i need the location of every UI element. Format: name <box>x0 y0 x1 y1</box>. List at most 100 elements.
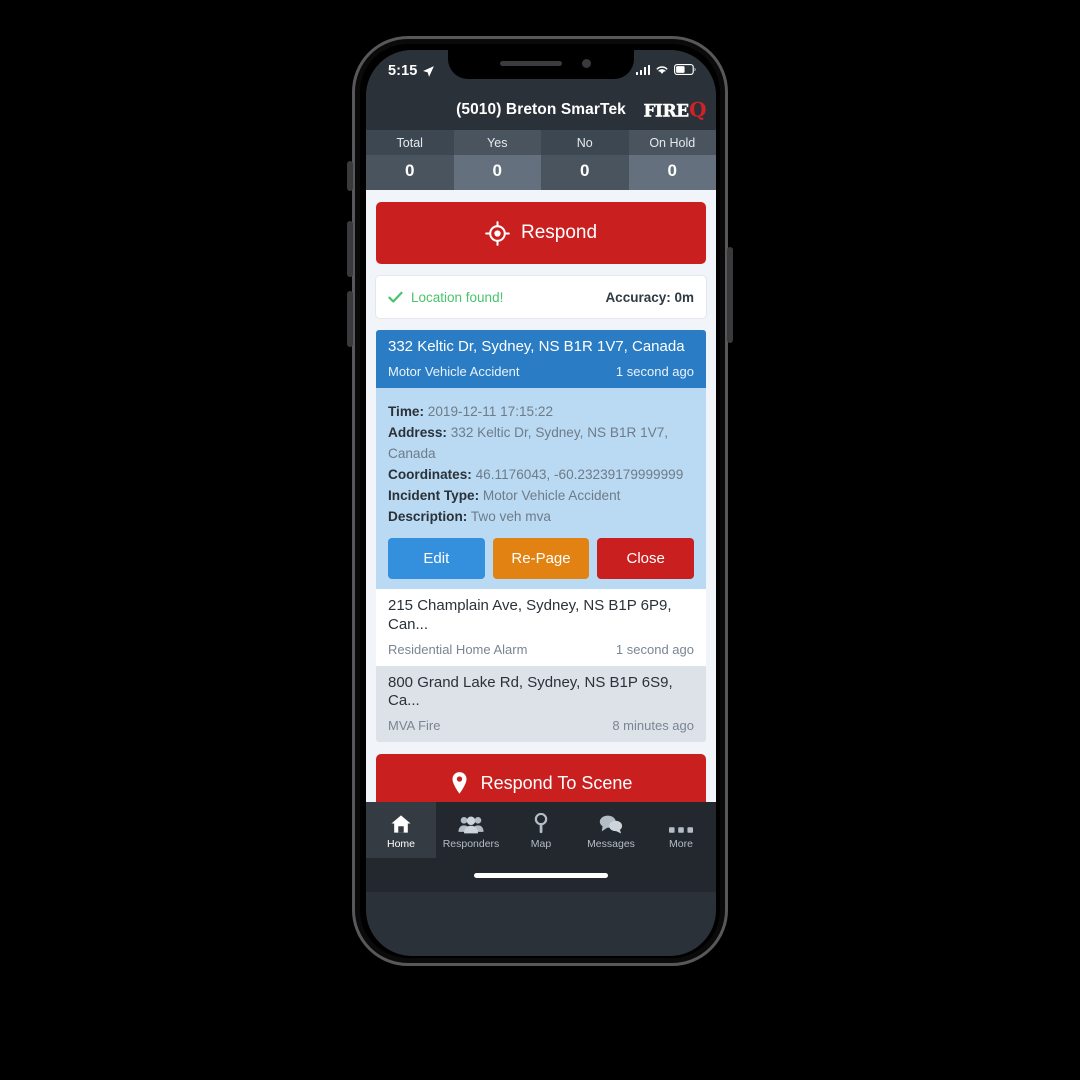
stat-yes[interactable]: Yes 0 <box>453 130 541 190</box>
incident-address: 332 Keltic Dr, Sydney, NS B1R 1V7, Canad… <box>388 338 685 355</box>
detail-address-label: Address: <box>388 424 447 440</box>
stat-total-label: Total <box>366 130 454 155</box>
respond-button-label: Respond <box>520 222 598 243</box>
page-title: (5010) Breton SmarTek <box>456 101 626 118</box>
location-arrow-icon <box>423 65 435 77</box>
earpiece-speaker-icon <box>500 61 562 66</box>
incident-age: 1 second ago <box>615 363 694 379</box>
logo-fire-text: FIRE <box>643 101 689 122</box>
signal-bars-icon <box>635 64 650 75</box>
incident-item-selected[interactable]: 332 Keltic Dr, Sydney, NS B1R 1V7, Canad… <box>376 330 706 388</box>
phone-frame: 5:15 (5010) Breton SmarTek FIRE Q Total … <box>347 36 733 966</box>
stat-yes-label: Yes <box>453 130 541 155</box>
status-indicators <box>635 63 697 75</box>
incident-address: 800 Grand Lake Rd, Sydney, NS B1P 6S9, C… <box>388 673 673 710</box>
check-icon <box>388 291 403 303</box>
app-header: (5010) Breton SmarTek FIRE Q <box>366 90 716 130</box>
incident-address: 215 Champlain Ave, Sydney, NS B1P 6P9, C… <box>388 597 672 633</box>
location-status-text: Location found! <box>411 289 504 305</box>
chat-icon <box>599 814 623 834</box>
crosshair-target-icon <box>485 220 510 246</box>
incident-item[interactable]: 800 Grand Lake Rd, Sydney, NS B1P 6S9, C… <box>376 665 706 743</box>
incident-list: 332 Keltic Dr, Sydney, NS B1R 1V7, Canad… <box>376 330 706 743</box>
phone-screen: 5:15 (5010) Breton SmarTek FIRE Q Total … <box>366 50 716 956</box>
stat-on-hold-label: On Hold <box>628 130 716 155</box>
screenshot-stage: 5:15 (5010) Breton SmarTek FIRE Q Total … <box>0 0 1080 1080</box>
incident-meta: Residential Home Alarm 1 second ago <box>388 642 694 657</box>
logo-q-text: Q <box>689 97 706 122</box>
tab-home[interactable]: Home <box>366 802 436 858</box>
edit-button[interactable]: Edit <box>388 538 485 580</box>
people-icon <box>458 814 484 834</box>
volume-down-button[interactable] <box>347 291 353 347</box>
incident-meta: Motor Vehicle Accident 1 second ago <box>388 364 694 379</box>
stat-total[interactable]: Total 0 <box>366 130 454 190</box>
tab-responders[interactable]: Responders <box>436 802 506 858</box>
notch <box>448 50 634 79</box>
incident-type: Residential Home Alarm <box>388 641 528 657</box>
incident-type: Motor Vehicle Accident <box>388 363 520 379</box>
bottom-tab-bar: Home Responders Map Messages More <box>366 802 716 858</box>
detail-description: Description: Two veh mva <box>388 506 694 527</box>
detail-incident-type-value: Motor Vehicle Accident <box>482 488 621 503</box>
incident-details-panel: Time: 2019-12-11 17:15:22 Address: 332 K… <box>376 387 706 590</box>
tab-messages-label: Messages <box>587 838 635 850</box>
stats-bar: Total 0 Yes 0 No 0 On Hold 0 <box>366 130 716 190</box>
fireq-logo: FIRE Q <box>643 100 706 121</box>
detail-coordinates-value: 46.1176043, -60.23239179999999 <box>475 466 684 482</box>
incident-item[interactable]: 215 Champlain Ave, Sydney, NS B1P 6P9, C… <box>376 589 706 666</box>
tab-more[interactable]: More <box>646 802 716 858</box>
respond-to-scene-label: Respond To Scene <box>480 772 633 793</box>
incident-meta: MVA Fire 8 minutes ago <box>388 718 694 733</box>
detail-time: Time: 2019-12-11 17:15:22 <box>388 401 694 422</box>
detail-time-value: 2019-12-11 17:15:22 <box>427 403 554 419</box>
stat-no-value: 0 <box>541 155 629 190</box>
stat-no[interactable]: No 0 <box>541 130 629 190</box>
wifi-icon <box>656 66 668 74</box>
detail-description-label: Description: <box>388 509 468 525</box>
volume-up-button[interactable] <box>347 221 353 277</box>
incident-age: 1 second ago <box>615 641 694 657</box>
detail-coordinates-label: Coordinates: <box>388 466 472 482</box>
silent-switch-button[interactable] <box>347 161 353 191</box>
battery-icon <box>674 64 696 75</box>
re-page-button[interactable]: Re-Page <box>492 538 590 580</box>
location-status-bar: Location found! Accuracy: 0m <box>376 276 706 318</box>
detail-address: Address: 332 Keltic Dr, Sydney, NS B1R 1… <box>388 422 694 464</box>
main-content: Respond Location found! Accuracy: 0m 332… <box>366 190 716 802</box>
location-status-group: Location found! <box>388 290 503 305</box>
map-pin-icon <box>452 772 467 794</box>
detail-incident-type: Incident Type: Motor Vehicle Accident <box>388 485 694 506</box>
detail-time-label: Time: <box>388 403 425 419</box>
detail-description-value: Two veh mva <box>470 509 551 525</box>
home-indicator-area <box>366 858 716 892</box>
respond-to-scene-button[interactable]: Respond To Scene <box>376 754 706 802</box>
detail-coordinates: Coordinates: 46.1176043, -60.23239179999… <box>388 464 694 485</box>
incident-age: 8 minutes ago <box>612 718 694 734</box>
close-button[interactable]: Close <box>597 538 695 580</box>
tab-more-label: More <box>669 838 693 850</box>
location-accuracy-text: Accuracy: 0m <box>605 289 694 305</box>
stat-yes-value: 0 <box>453 155 541 190</box>
incident-type: MVA Fire <box>388 718 441 734</box>
tab-messages[interactable]: Messages <box>576 802 646 858</box>
stat-on-hold-value: 0 <box>628 155 716 190</box>
power-button[interactable] <box>727 247 733 343</box>
tab-home-label: Home <box>386 838 415 850</box>
tab-map-label: Map <box>530 838 552 850</box>
incident-action-buttons: Edit Re-Page Close <box>388 538 695 580</box>
home-indicator[interactable] <box>474 872 608 878</box>
status-time: 5:15 <box>388 63 435 79</box>
stat-no-label: No <box>541 130 629 155</box>
stat-total-value: 0 <box>366 155 454 190</box>
status-time-text: 5:15 <box>388 63 418 79</box>
respond-button[interactable]: Respond <box>376 202 706 264</box>
tab-responders-label: Responders <box>442 838 500 850</box>
home-icon <box>390 814 412 834</box>
front-camera-icon <box>582 59 591 68</box>
stat-on-hold[interactable]: On Hold 0 <box>628 130 716 190</box>
tab-map[interactable]: Map <box>506 802 576 858</box>
map-pin-icon <box>533 813 549 834</box>
ellipsis-icon <box>669 814 693 834</box>
detail-incident-type-label: Incident Type: <box>388 488 480 503</box>
